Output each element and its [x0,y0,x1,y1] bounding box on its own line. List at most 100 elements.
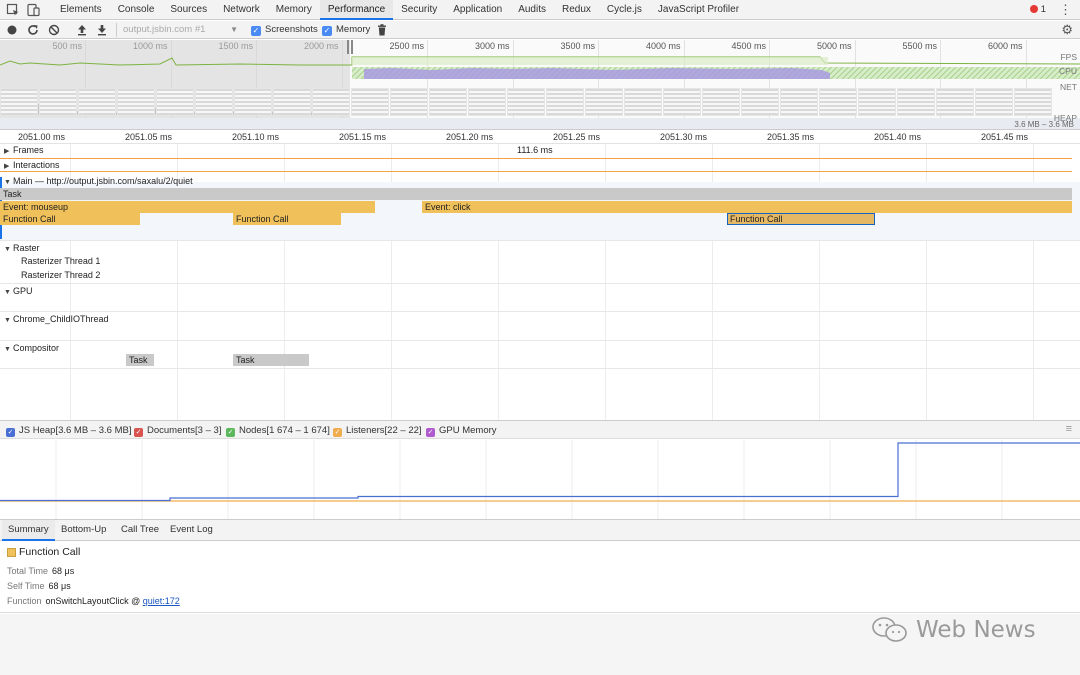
function-call-bar[interactable]: Function Call [233,213,341,225]
track-frames[interactable]: ▶ Frames [4,145,44,155]
detail-tab-call-tree[interactable]: Call Tree [115,520,165,541]
ruler-tick-label: 2051.05 ms [125,132,173,142]
screenshots-checkbox[interactable]: ✓ Screenshots [251,24,318,36]
screenshot-thumbnail[interactable] [0,88,38,116]
tab-redux[interactable]: Redux [554,0,599,20]
tab-console[interactable]: Console [110,0,163,20]
overview-tick-label: 4000 ms [645,41,681,51]
event-click-bar[interactable]: Event: click [422,201,1072,213]
trash-icon[interactable] [375,23,389,37]
screenshot-thumbnail[interactable] [273,88,311,116]
upload-icon[interactable] [75,23,89,37]
screenshot-thumbnail[interactable] [507,88,545,116]
track-interactions[interactable]: ▶ Interactions [4,160,60,170]
listeners-label: Listeners[22 – 22] [346,425,422,436]
screenshot-thumbnail[interactable] [741,88,779,116]
screenshot-thumbnail[interactable] [78,88,116,116]
documents-checkbox[interactable]: ✓ Documents[3 – 3] [134,425,221,437]
track-frames-label: Frames [13,145,44,155]
more-icon[interactable]: ⋮ [1059,2,1072,18]
screenshot-thumbnail[interactable] [234,88,272,116]
detail-tab-summary[interactable]: Summary [2,520,55,541]
recording-select[interactable]: output.jsbin.com #1 ▼ [116,23,242,37]
memory-checkbox[interactable]: ✓ Memory [322,24,370,36]
memory-counters-bar: ✓ JS Heap[3.6 MB – 3.6 MB] ✓ Documents[3 –… [0,420,1080,439]
gpu-memory-checkbox[interactable]: ✓ GPU Memory [426,425,497,437]
detail-tab-bottom-up[interactable]: Bottom-Up [55,520,112,541]
error-count-badge[interactable]: 1 [1029,4,1046,15]
compositor-task-bar[interactable]: Task [126,354,154,366]
compositor-task-bar[interactable]: Task [233,354,309,366]
screenshot-thumbnail[interactable] [1014,88,1052,116]
collapse-icon: ▼ [4,289,11,296]
track-raster[interactable]: ▼ Raster [4,243,40,253]
source-link[interactable]: quiet:172 [143,596,180,606]
record-icon[interactable] [5,23,19,37]
total-time-value: 68 μs [52,566,75,576]
memory-label: Memory [336,24,371,35]
track-separator [0,283,1080,284]
screenshot-thumbnail[interactable] [390,88,428,116]
event-mouseup-bar[interactable]: Event: mouseup [0,201,375,213]
track-main[interactable]: ▼ Main — http://output.jsbin.com/saxalu/2… [4,176,193,186]
tab-network[interactable]: Network [215,0,268,20]
tab-audits[interactable]: Audits [510,0,554,20]
function-call-bar-selected[interactable]: Function Call [727,213,875,225]
tab-application[interactable]: Application [445,0,510,20]
screenshot-thumbnail[interactable] [897,88,935,116]
screenshot-thumbnail[interactable] [975,88,1013,116]
screenshot-thumbnail[interactable] [702,88,740,116]
screenshot-thumbnail[interactable] [936,88,974,116]
js-heap-checkbox[interactable]: ✓ JS Heap[3.6 MB – 3.6 MB] [6,425,131,437]
tab-security[interactable]: Security [393,0,445,20]
download-icon[interactable] [95,23,109,37]
track-compositor[interactable]: ▼ Compositor [4,343,59,353]
gear-icon[interactable]: ⚙ [1061,22,1073,38]
overview-lane-cpu: CPU [1059,66,1077,76]
screenshot-thumbnail[interactable] [312,88,350,116]
overview-tick-label: 4500 ms [731,41,766,51]
screenshot-thumbnail[interactable] [624,88,662,116]
screenshot-thumbnail[interactable] [117,88,155,116]
function-call-bar[interactable]: Function Call [0,213,140,225]
track-child-io[interactable]: ▼ Chrome_ChildIOThread [4,314,109,324]
tab-sources[interactable]: Sources [162,0,215,20]
device-icon[interactable] [26,3,40,17]
inspect-icon[interactable] [6,3,20,17]
screenshot-thumbnail[interactable] [468,88,506,116]
nodes-checkbox[interactable]: ✓ Nodes[1 674 – 1 674] [226,425,330,437]
track-raster-thread-2[interactable]: Rasterizer Thread 2 [21,270,100,280]
task-bar[interactable]: Task [0,188,1072,200]
screenshot-thumbnail[interactable] [858,88,896,116]
timeline-overview[interactable]: 500 ms1000 ms1500 ms2000 ms2500 ms3000 m… [0,40,1080,130]
screenshot-thumbnail[interactable] [663,88,701,116]
selection-handle[interactable] [347,40,353,54]
listeners-checkbox[interactable]: ✓ Listeners[22 – 22] [333,425,422,437]
screenshot-thumbnail[interactable] [429,88,467,116]
clear-icon[interactable] [47,23,61,37]
flame-chart[interactable]: ▶ Frames 111.6 ms ▶ Interactions ▼ Main — h… [0,144,1080,420]
tab-elements[interactable]: Elements [52,0,110,20]
documents-label: Documents[3 – 3] [147,425,222,436]
track-raster-thread-1[interactable]: Rasterizer Thread 1 [21,256,100,266]
screenshot-thumbnail[interactable] [39,88,77,116]
track-gpu[interactable]: ▼ GPU [4,286,33,296]
summary-title: Function Call [19,546,81,558]
screenshot-thumbnail[interactable] [195,88,233,116]
tab-cycle-js[interactable]: Cycle.js [599,0,650,20]
screenshot-thumbnail[interactable] [156,88,194,116]
checkmark-icon: ✓ [333,428,342,437]
screenshot-thumbnail[interactable] [351,88,389,116]
reload-icon[interactable] [26,23,40,37]
screenshot-thumbnail[interactable] [546,88,584,116]
tab-performance[interactable]: Performance [319,0,394,20]
screenshot-thumbnail[interactable] [819,88,857,116]
chevron-down-icon: ▼ [230,25,238,34]
detail-tab-event-log[interactable]: Event Log [164,520,219,541]
tab-memory[interactable]: Memory [268,0,320,20]
tab-javascript-profiler[interactable]: JavaScript Profiler [650,0,747,20]
screenshot-thumbnail[interactable] [780,88,818,116]
drag-handle-icon[interactable]: ≡ [1066,423,1072,435]
screenshot-filmstrip [0,88,1080,118]
screenshot-thumbnail[interactable] [585,88,623,116]
